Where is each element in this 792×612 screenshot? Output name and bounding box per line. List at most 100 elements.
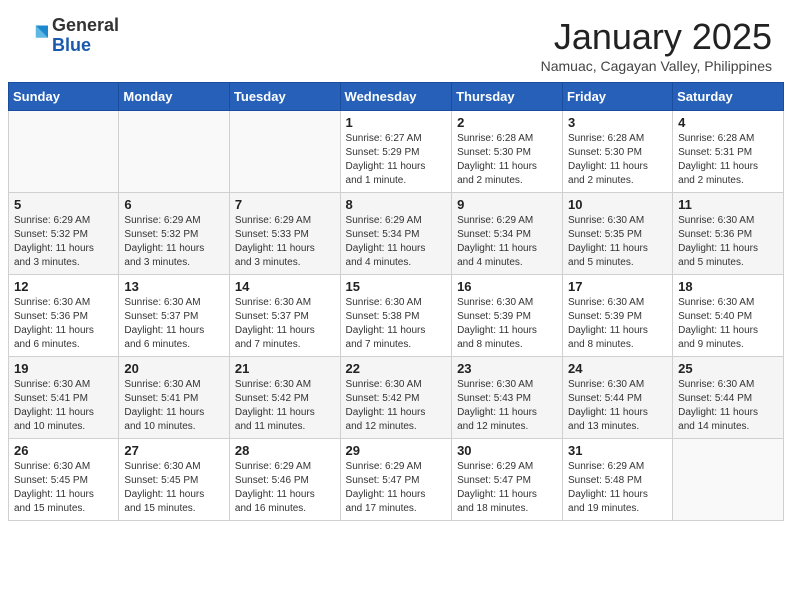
day-info: Sunrise: 6:27 AM Sunset: 5:29 PM Dayligh… bbox=[346, 132, 447, 188]
weekday-header-tuesday: Tuesday bbox=[229, 83, 340, 111]
day-info: Sunrise: 6:29 AM Sunset: 5:47 PM Dayligh… bbox=[346, 460, 447, 516]
logo-general: General bbox=[52, 15, 119, 35]
day-info: Sunrise: 6:30 AM Sunset: 5:36 PM Dayligh… bbox=[14, 296, 113, 352]
calendar-cell: 9 Sunrise: 6:29 AM Sunset: 5:34 PM Daylig… bbox=[452, 193, 563, 275]
weekday-header-wednesday: Wednesday bbox=[340, 83, 452, 111]
day-info: Sunrise: 6:30 AM Sunset: 5:38 PM Dayligh… bbox=[346, 296, 447, 352]
day-info: Sunrise: 6:30 AM Sunset: 5:42 PM Dayligh… bbox=[235, 378, 335, 434]
day-info: Sunrise: 6:29 AM Sunset: 5:34 PM Dayligh… bbox=[457, 214, 557, 270]
day-info: Sunrise: 6:30 AM Sunset: 5:37 PM Dayligh… bbox=[235, 296, 335, 352]
calendar-cell bbox=[673, 439, 784, 521]
weekday-header-monday: Monday bbox=[119, 83, 230, 111]
location-subtitle: Namuac, Cagayan Valley, Philippines bbox=[541, 58, 772, 74]
calendar-cell: 28Sunrise: 6:29 AM Sunset: 5:46 PM Dayli… bbox=[229, 439, 340, 521]
day-number: 21 bbox=[235, 361, 335, 376]
day-info: Sunrise: 6:30 AM Sunset: 5:36 PM Dayligh… bbox=[678, 214, 778, 270]
day-info: Sunrise: 6:28 AM Sunset: 5:30 PM Dayligh… bbox=[568, 132, 667, 188]
day-number: 24 bbox=[568, 361, 667, 376]
calendar-cell: 11 Sunrise: 6:30 AM Sunset: 5:36 PM Dayli… bbox=[673, 193, 784, 275]
calendar-cell: 18 Sunrise: 6:30 AM Sunset: 5:40 PM Dayli… bbox=[673, 275, 784, 357]
day-info: Sunrise: 6:29 AM Sunset: 5:48 PM Dayligh… bbox=[568, 460, 667, 516]
calendar-cell: 1 Sunrise: 6:27 AM Sunset: 5:29 PM Daylig… bbox=[340, 111, 452, 193]
day-info: Sunrise: 6:30 AM Sunset: 5:41 PM Dayligh… bbox=[14, 378, 113, 434]
day-number: 4 bbox=[678, 115, 778, 130]
day-info: Sunrise: 6:30 AM Sunset: 5:37 PM Dayligh… bbox=[124, 296, 224, 352]
day-number: 10 bbox=[568, 197, 667, 212]
day-info: Sunrise: 6:30 AM Sunset: 5:40 PM Dayligh… bbox=[678, 296, 778, 352]
calendar-week-1: 1 Sunrise: 6:27 AM Sunset: 5:29 PM Daylig… bbox=[9, 111, 784, 193]
calendar-cell bbox=[119, 111, 230, 193]
calendar-cell: 27 Sunrise: 6:30 AM Sunset: 5:45 PM Dayli… bbox=[119, 439, 230, 521]
weekday-header-thursday: Thursday bbox=[452, 83, 563, 111]
day-info: Sunrise: 6:30 AM Sunset: 5:44 PM Dayligh… bbox=[678, 378, 778, 434]
page-header: General Blue January 2025 Namuac, Cagaya… bbox=[0, 0, 792, 82]
calendar-cell: 7Sunrise: 6:29 AM Sunset: 5:33 PM Daylig… bbox=[229, 193, 340, 275]
day-number: 31 bbox=[568, 443, 667, 458]
calendar-cell: 21 Sunrise: 6:30 AM Sunset: 5:42 PM Dayli… bbox=[229, 357, 340, 439]
calendar-cell: 3 Sunrise: 6:28 AM Sunset: 5:30 PM Daylig… bbox=[563, 111, 673, 193]
day-number: 23 bbox=[457, 361, 557, 376]
calendar-cell: 2Sunrise: 6:28 AM Sunset: 5:30 PM Daylig… bbox=[452, 111, 563, 193]
day-number: 7 bbox=[235, 197, 335, 212]
day-number: 26 bbox=[14, 443, 113, 458]
calendar-cell bbox=[9, 111, 119, 193]
day-info: Sunrise: 6:28 AM Sunset: 5:30 PM Dayligh… bbox=[457, 132, 557, 188]
calendar-cell: 15 Sunrise: 6:30 AM Sunset: 5:38 PM Dayli… bbox=[340, 275, 452, 357]
weekday-header-row: SundayMondayTuesdayWednesdayThursdayFrid… bbox=[9, 83, 784, 111]
month-title: January 2025 bbox=[541, 16, 772, 58]
calendar-cell: 23Sunrise: 6:30 AM Sunset: 5:43 PM Dayli… bbox=[452, 357, 563, 439]
day-number: 8 bbox=[346, 197, 447, 212]
calendar-cell: 24 Sunrise: 6:30 AM Sunset: 5:44 PM Dayli… bbox=[563, 357, 673, 439]
day-number: 16 bbox=[457, 279, 557, 294]
title-block: January 2025 Namuac, Cagayan Valley, Phi… bbox=[541, 16, 772, 74]
day-info: Sunrise: 6:30 AM Sunset: 5:39 PM Dayligh… bbox=[457, 296, 557, 352]
day-number: 3 bbox=[568, 115, 667, 130]
calendar-cell: 19 Sunrise: 6:30 AM Sunset: 5:41 PM Dayli… bbox=[9, 357, 119, 439]
day-info: Sunrise: 6:30 AM Sunset: 5:45 PM Dayligh… bbox=[124, 460, 224, 516]
logo: General Blue bbox=[20, 16, 119, 56]
weekday-header-saturday: Saturday bbox=[673, 83, 784, 111]
day-info: Sunrise: 6:30 AM Sunset: 5:41 PM Dayligh… bbox=[124, 378, 224, 434]
day-info: Sunrise: 6:29 AM Sunset: 5:32 PM Dayligh… bbox=[14, 214, 113, 270]
day-number: 13 bbox=[124, 279, 224, 294]
calendar-week-3: 12Sunrise: 6:30 AM Sunset: 5:36 PM Dayli… bbox=[9, 275, 784, 357]
day-number: 19 bbox=[14, 361, 113, 376]
day-number: 14 bbox=[235, 279, 335, 294]
day-number: 6 bbox=[124, 197, 224, 212]
calendar-cell: 16 Sunrise: 6:30 AM Sunset: 5:39 PM Dayli… bbox=[452, 275, 563, 357]
day-number: 9 bbox=[457, 197, 557, 212]
calendar-cell: 31 Sunrise: 6:29 AM Sunset: 5:48 PM Dayli… bbox=[563, 439, 673, 521]
day-info: Sunrise: 6:29 AM Sunset: 5:34 PM Dayligh… bbox=[346, 214, 447, 270]
day-number: 17 bbox=[568, 279, 667, 294]
day-number: 25 bbox=[678, 361, 778, 376]
calendar-cell: 14 Sunrise: 6:30 AM Sunset: 5:37 PM Dayli… bbox=[229, 275, 340, 357]
day-number: 27 bbox=[124, 443, 224, 458]
weekday-header-sunday: Sunday bbox=[9, 83, 119, 111]
calendar-cell bbox=[229, 111, 340, 193]
day-info: Sunrise: 6:30 AM Sunset: 5:42 PM Dayligh… bbox=[346, 378, 447, 434]
day-info: Sunrise: 6:30 AM Sunset: 5:35 PM Dayligh… bbox=[568, 214, 667, 270]
day-info: Sunrise: 6:30 AM Sunset: 5:44 PM Dayligh… bbox=[568, 378, 667, 434]
day-number: 20 bbox=[124, 361, 224, 376]
calendar-cell: 22Sunrise: 6:30 AM Sunset: 5:42 PM Dayli… bbox=[340, 357, 452, 439]
day-number: 15 bbox=[346, 279, 447, 294]
logo-blue: Blue bbox=[52, 35, 91, 55]
calendar-cell: 6 Sunrise: 6:29 AM Sunset: 5:32 PM Daylig… bbox=[119, 193, 230, 275]
day-info: Sunrise: 6:30 AM Sunset: 5:39 PM Dayligh… bbox=[568, 296, 667, 352]
calendar-cell: 25 Sunrise: 6:30 AM Sunset: 5:44 PM Dayli… bbox=[673, 357, 784, 439]
day-info: Sunrise: 6:29 AM Sunset: 5:32 PM Dayligh… bbox=[124, 214, 224, 270]
calendar-cell: 12Sunrise: 6:30 AM Sunset: 5:36 PM Dayli… bbox=[9, 275, 119, 357]
calendar-wrapper: SundayMondayTuesdayWednesdayThursdayFrid… bbox=[0, 82, 792, 529]
day-info: Sunrise: 6:28 AM Sunset: 5:31 PM Dayligh… bbox=[678, 132, 778, 188]
day-number: 18 bbox=[678, 279, 778, 294]
calendar-cell: 10 Sunrise: 6:30 AM Sunset: 5:35 PM Dayli… bbox=[563, 193, 673, 275]
day-number: 11 bbox=[678, 197, 778, 212]
calendar-cell: 30Sunrise: 6:29 AM Sunset: 5:47 PM Dayli… bbox=[452, 439, 563, 521]
day-number: 29 bbox=[346, 443, 447, 458]
day-number: 28 bbox=[235, 443, 335, 458]
calendar-table: SundayMondayTuesdayWednesdayThursdayFrid… bbox=[8, 82, 784, 521]
day-number: 1 bbox=[346, 115, 447, 130]
day-info: Sunrise: 6:29 AM Sunset: 5:47 PM Dayligh… bbox=[457, 460, 557, 516]
calendar-week-4: 19 Sunrise: 6:30 AM Sunset: 5:41 PM Dayli… bbox=[9, 357, 784, 439]
calendar-cell: 20 Sunrise: 6:30 AM Sunset: 5:41 PM Dayli… bbox=[119, 357, 230, 439]
